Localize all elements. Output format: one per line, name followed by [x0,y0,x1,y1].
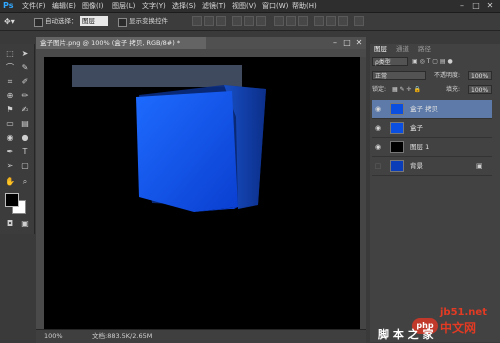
healing-brush-icon[interactable]: ⊕ [4,90,16,102]
photoshop-logo: Ps [3,1,14,10]
align-right-icon[interactable] [256,16,266,26]
layer-name[interactable]: 盒子 [410,119,423,137]
layer-name[interactable]: 图层 1 [410,138,429,156]
layer-thumbnail [390,160,404,172]
menu-window[interactable]: 窗口(W) [262,0,288,12]
watermark-cn: 中文网 [440,321,477,335]
visibility-off-icon[interactable]: □ [373,157,383,175]
align-center-icon[interactable] [244,16,254,26]
distribute-left-icon[interactable] [314,16,324,26]
path-select-icon[interactable]: ➢ [4,160,16,172]
menu-type[interactable]: 文字(Y) [142,0,166,12]
blur-tool-icon[interactable]: ◉ [4,132,16,144]
doc-minimize-icon[interactable]: – [330,38,340,48]
box-front-face [136,91,238,212]
menu-help[interactable]: 帮助(H) [292,0,317,12]
type-tool-icon[interactable]: T [19,146,31,158]
align-left-icon[interactable] [232,16,242,26]
tab-channels[interactable]: 通道 [396,45,409,54]
layer-thumbnail [390,122,404,134]
lasso-tool-icon[interactable]: ⌒ [4,62,16,74]
vertical-scrollbar[interactable] [360,57,366,329]
align-top-icon[interactable] [192,16,202,26]
move-icon[interactable]: ➤ [19,48,31,60]
clone-stamp-icon[interactable]: ⚑ [4,104,16,116]
auto-align-icon[interactable] [354,16,364,26]
watermark-jb51: 脚 本 之 家 [378,328,434,341]
canvas[interactable] [44,57,360,329]
brush-tool-icon[interactable]: ✏ [19,90,31,102]
visibility-eye-icon[interactable]: ◉ [373,138,383,156]
distribute-right-icon[interactable] [338,16,348,26]
menu-image[interactable]: 图像(I) [82,0,104,12]
quick-mask-icon[interactable]: ◘ [4,218,16,230]
close-icon[interactable]: ✕ [484,1,496,11]
status-bar [36,329,366,343]
menu-edit[interactable]: 编辑(E) [52,0,76,12]
dodge-tool-icon[interactable]: ● [19,132,31,144]
layer-thumbnail [390,103,404,115]
auto-select-checkbox[interactable] [34,18,43,27]
layer-name[interactable]: 背景 [410,157,423,175]
lock-icon: ▣ [476,162,483,170]
menu-filter[interactable]: 滤镜(T) [202,0,226,12]
doc-maximize-icon[interactable]: □ [342,38,352,48]
minimize-icon[interactable]: – [456,1,468,11]
maximize-icon[interactable]: □ [470,1,482,11]
lock-icons[interactable]: ▦ ✎ ✛ 🔒 [392,85,421,94]
shape-tool-icon[interactable]: ▢ [19,160,31,172]
zoom-tool-icon[interactable]: ⌕ [19,176,31,188]
auto-select-label: 自动选择： [45,17,78,25]
hand-tool-icon[interactable]: ✋ [4,176,16,188]
gradient-tool-icon[interactable]: ▤ [19,118,31,130]
menu-layer[interactable]: 图层(L) [112,0,135,12]
opacity-input[interactable]: 100% [468,71,492,80]
show-transform-checkbox[interactable] [118,18,127,27]
menu-select[interactable]: 选择(S) [172,0,196,12]
document-info: 文档:883.5K/2.65M [92,332,153,340]
fill-label: 填充: [446,86,461,93]
blend-mode-select[interactable]: 正常 [372,71,426,80]
eyedropper-tool-icon[interactable]: ✐ [19,76,31,88]
watermark-site: jb51.net [440,307,487,318]
distribute-middle-icon[interactable] [286,16,296,26]
show-transform-label: 显示变换控件 [129,17,168,25]
distribute-center-icon[interactable] [326,16,336,26]
eraser-tool-icon[interactable]: ▭ [4,118,16,130]
align-bottom-icon[interactable] [216,16,226,26]
menu-file[interactable]: 文件(F) [22,0,46,12]
menu-view[interactable]: 视图(V) [232,0,256,12]
align-middle-icon[interactable] [204,16,214,26]
layer-name[interactable]: 盒子 拷贝 [410,100,438,118]
auto-select-dropdown[interactable]: 图层 [80,16,108,26]
visibility-eye-icon[interactable]: ◉ [373,100,383,118]
distribute-top-icon[interactable] [274,16,284,26]
document-tab[interactable]: 盒子图片.png @ 100% (盒子 拷贝, RGB/8#) * [36,37,206,49]
tab-layers[interactable]: 图层 [374,45,387,54]
canvas-artwork [72,65,266,212]
crop-tool-icon[interactable]: ⌗ [4,76,16,88]
foreground-color-swatch[interactable] [5,193,19,207]
layer-filter-select[interactable]: ρ类型 [372,57,408,66]
marquee-tool-icon[interactable]: ⬚ [4,48,16,60]
layer-filter-icons[interactable]: ▣ ◎ T ▢ ▤ ● [412,58,490,66]
zoom-level[interactable]: 100% [44,331,63,341]
screen-mode-icon[interactable]: ▣ [19,218,31,230]
selection-bar [72,65,242,87]
lock-label: 锁定: [372,86,387,93]
distribute-bottom-icon[interactable] [298,16,308,26]
opacity-label: 不透明度: [434,72,461,79]
layer-thumbnail [390,141,404,153]
history-brush-icon[interactable]: ✍ [19,104,31,116]
move-tool-icon[interactable]: ✥▾ [4,15,22,28]
quick-select-tool-icon[interactable]: ✎ [19,62,31,74]
doc-close-icon[interactable]: ✕ [354,38,364,48]
pen-tool-icon[interactable]: ✒ [4,146,16,158]
visibility-eye-icon[interactable]: ◉ [373,119,383,137]
tab-paths[interactable]: 路径 [418,45,431,54]
fill-input[interactable]: 100% [468,85,492,94]
